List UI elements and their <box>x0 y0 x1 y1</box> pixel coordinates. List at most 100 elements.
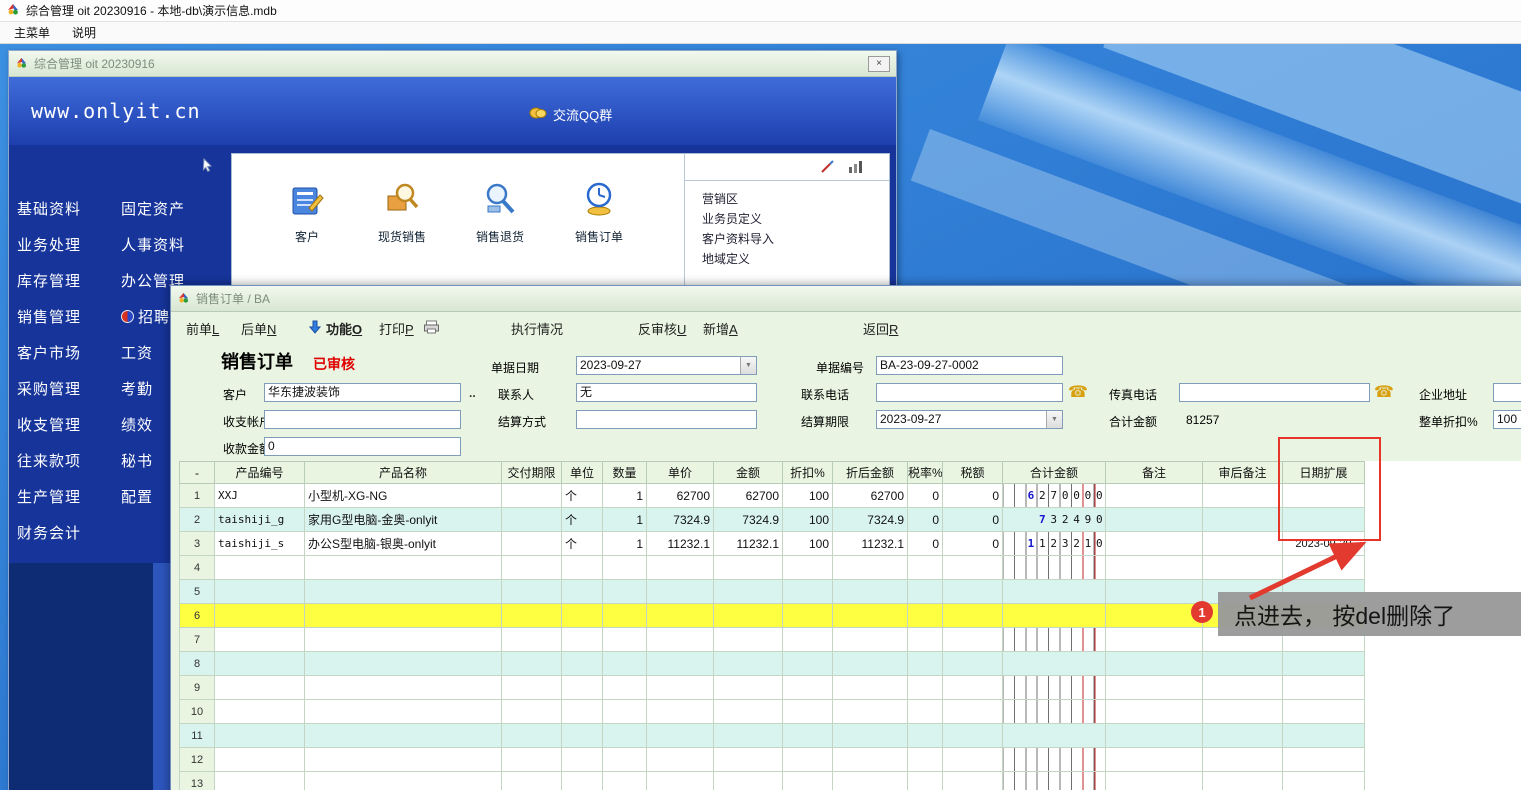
cell-code[interactable] <box>215 748 305 772</box>
cell-date_ext[interactable] <box>1283 700 1365 724</box>
cell-code[interactable] <box>215 556 305 580</box>
column-header[interactable]: 产品编号 <box>215 462 305 484</box>
cell-total_digits[interactable] <box>1003 772 1106 790</box>
cell-unit[interactable] <box>562 676 603 700</box>
toolbar-execution-button[interactable]: 执行情况 <box>511 319 563 338</box>
cell-discount[interactable] <box>783 700 833 724</box>
cell-discount[interactable]: 100 <box>783 532 833 556</box>
cell-disc_amount[interactable] <box>833 676 908 700</box>
column-header[interactable]: 税率% <box>908 462 943 484</box>
quick-list-item[interactable]: 业务员定义 <box>702 210 774 230</box>
cell-audit_remark[interactable] <box>1203 676 1283 700</box>
sidebar-item[interactable]: 库存管理 <box>17 269 121 291</box>
cell-name[interactable] <box>305 604 502 628</box>
cell-discount[interactable] <box>783 580 833 604</box>
cell-disc_amount[interactable] <box>833 700 908 724</box>
cell-name[interactable] <box>305 724 502 748</box>
cell-total_digits[interactable]: 1123210 <box>1003 532 1106 556</box>
cell-price[interactable] <box>647 724 714 748</box>
cell-total_digits[interactable] <box>1003 652 1106 676</box>
cell-discount[interactable] <box>783 724 833 748</box>
cell-due[interactable] <box>502 604 562 628</box>
cell-total_digits[interactable] <box>1003 556 1106 580</box>
sidebar-item[interactable]: 销售管理 <box>17 305 121 327</box>
cell-due[interactable] <box>502 556 562 580</box>
cell-price[interactable] <box>647 604 714 628</box>
sidebar-item[interactable]: 基础资料 <box>17 197 121 219</box>
cell-disc_amount[interactable] <box>833 604 908 628</box>
sidebar-item[interactable]: 人事资料 <box>121 233 225 255</box>
cell-tax[interactable] <box>943 724 1003 748</box>
quick-list-item[interactable]: 营销区 <box>702 190 774 210</box>
cell-no[interactable]: 12 <box>180 748 215 772</box>
cell-amount[interactable] <box>714 652 783 676</box>
cell-unit[interactable] <box>562 700 603 724</box>
cell-amount[interactable]: 11232.1 <box>714 532 783 556</box>
cell-name[interactable] <box>305 556 502 580</box>
cell-remark[interactable] <box>1106 556 1203 580</box>
cell-qty[interactable]: 1 <box>603 508 647 532</box>
cell-disc_amount[interactable] <box>833 724 908 748</box>
cell-audit_remark[interactable] <box>1203 484 1283 508</box>
cell-remark[interactable] <box>1106 604 1203 628</box>
cell-tax_rate[interactable]: 0 <box>908 508 943 532</box>
cell-unit[interactable] <box>562 724 603 748</box>
quick-list-item[interactable]: 客户资料导入 <box>702 230 774 250</box>
cell-tax[interactable]: 0 <box>943 508 1003 532</box>
cell-tax[interactable] <box>943 748 1003 772</box>
cell-name[interactable] <box>305 700 502 724</box>
cell-remark[interactable] <box>1106 772 1203 790</box>
cell-price[interactable] <box>647 580 714 604</box>
cell-amount[interactable]: 62700 <box>714 484 783 508</box>
cell-price[interactable] <box>647 700 714 724</box>
cell-discount[interactable] <box>783 652 833 676</box>
cell-unit[interactable] <box>562 748 603 772</box>
cell-total_digits[interactable] <box>1003 628 1106 652</box>
cell-remark[interactable] <box>1106 724 1203 748</box>
cell-name[interactable]: 家用G型电脑-金奥-onlyit <box>305 508 502 532</box>
sidebar-item[interactable]: 客户市场 <box>17 341 121 363</box>
cell-tax[interactable] <box>943 676 1003 700</box>
cell-price[interactable] <box>647 748 714 772</box>
column-header[interactable]: 单价 <box>647 462 714 484</box>
cell-due[interactable] <box>502 772 562 790</box>
cell-price[interactable]: 62700 <box>647 484 714 508</box>
cell-price[interactable] <box>647 556 714 580</box>
cell-total_digits[interactable] <box>1003 724 1106 748</box>
cell-amount[interactable] <box>714 676 783 700</box>
cell-tax[interactable]: 0 <box>943 484 1003 508</box>
cell-tax_rate[interactable]: 0 <box>908 484 943 508</box>
cell-qty[interactable] <box>603 556 647 580</box>
cell-total_digits[interactable] <box>1003 580 1106 604</box>
cell-code[interactable] <box>215 580 305 604</box>
menu-main[interactable]: 主菜单 <box>14 24 50 41</box>
cell-qty[interactable] <box>603 628 647 652</box>
cell-unit[interactable]: 个 <box>562 484 603 508</box>
column-header[interactable]: 金额 <box>714 462 783 484</box>
cell-no[interactable]: 5 <box>180 580 215 604</box>
cell-discount[interactable] <box>783 556 833 580</box>
cell-date_ext[interactable] <box>1283 748 1365 772</box>
cell-disc_amount[interactable] <box>833 652 908 676</box>
cell-date_ext[interactable] <box>1283 652 1365 676</box>
shortcut-sales-return[interactable]: 销售退货 <box>458 180 542 245</box>
cell-remark[interactable] <box>1106 652 1203 676</box>
chart-icon[interactable] <box>847 159 863 178</box>
cell-tax[interactable] <box>943 580 1003 604</box>
cell-price[interactable] <box>647 676 714 700</box>
cell-remark[interactable] <box>1106 676 1203 700</box>
quick-list-item[interactable]: 地域定义 <box>702 250 774 270</box>
cell-discount[interactable] <box>783 748 833 772</box>
cell-remark[interactable] <box>1106 700 1203 724</box>
toolbar-add-button[interactable]: 新增A <box>703 319 738 338</box>
settle-input[interactable] <box>576 410 757 429</box>
dropdown-icon[interactable]: ▼ <box>1046 411 1062 428</box>
cell-qty[interactable]: 1 <box>603 484 647 508</box>
cell-qty[interactable] <box>603 724 647 748</box>
printer-icon[interactable] <box>423 320 440 337</box>
cell-due[interactable] <box>502 532 562 556</box>
cell-no[interactable]: 4 <box>180 556 215 580</box>
cell-no[interactable]: 13 <box>180 772 215 790</box>
cell-total_digits[interactable] <box>1003 748 1106 772</box>
cell-disc_amount[interactable] <box>833 580 908 604</box>
